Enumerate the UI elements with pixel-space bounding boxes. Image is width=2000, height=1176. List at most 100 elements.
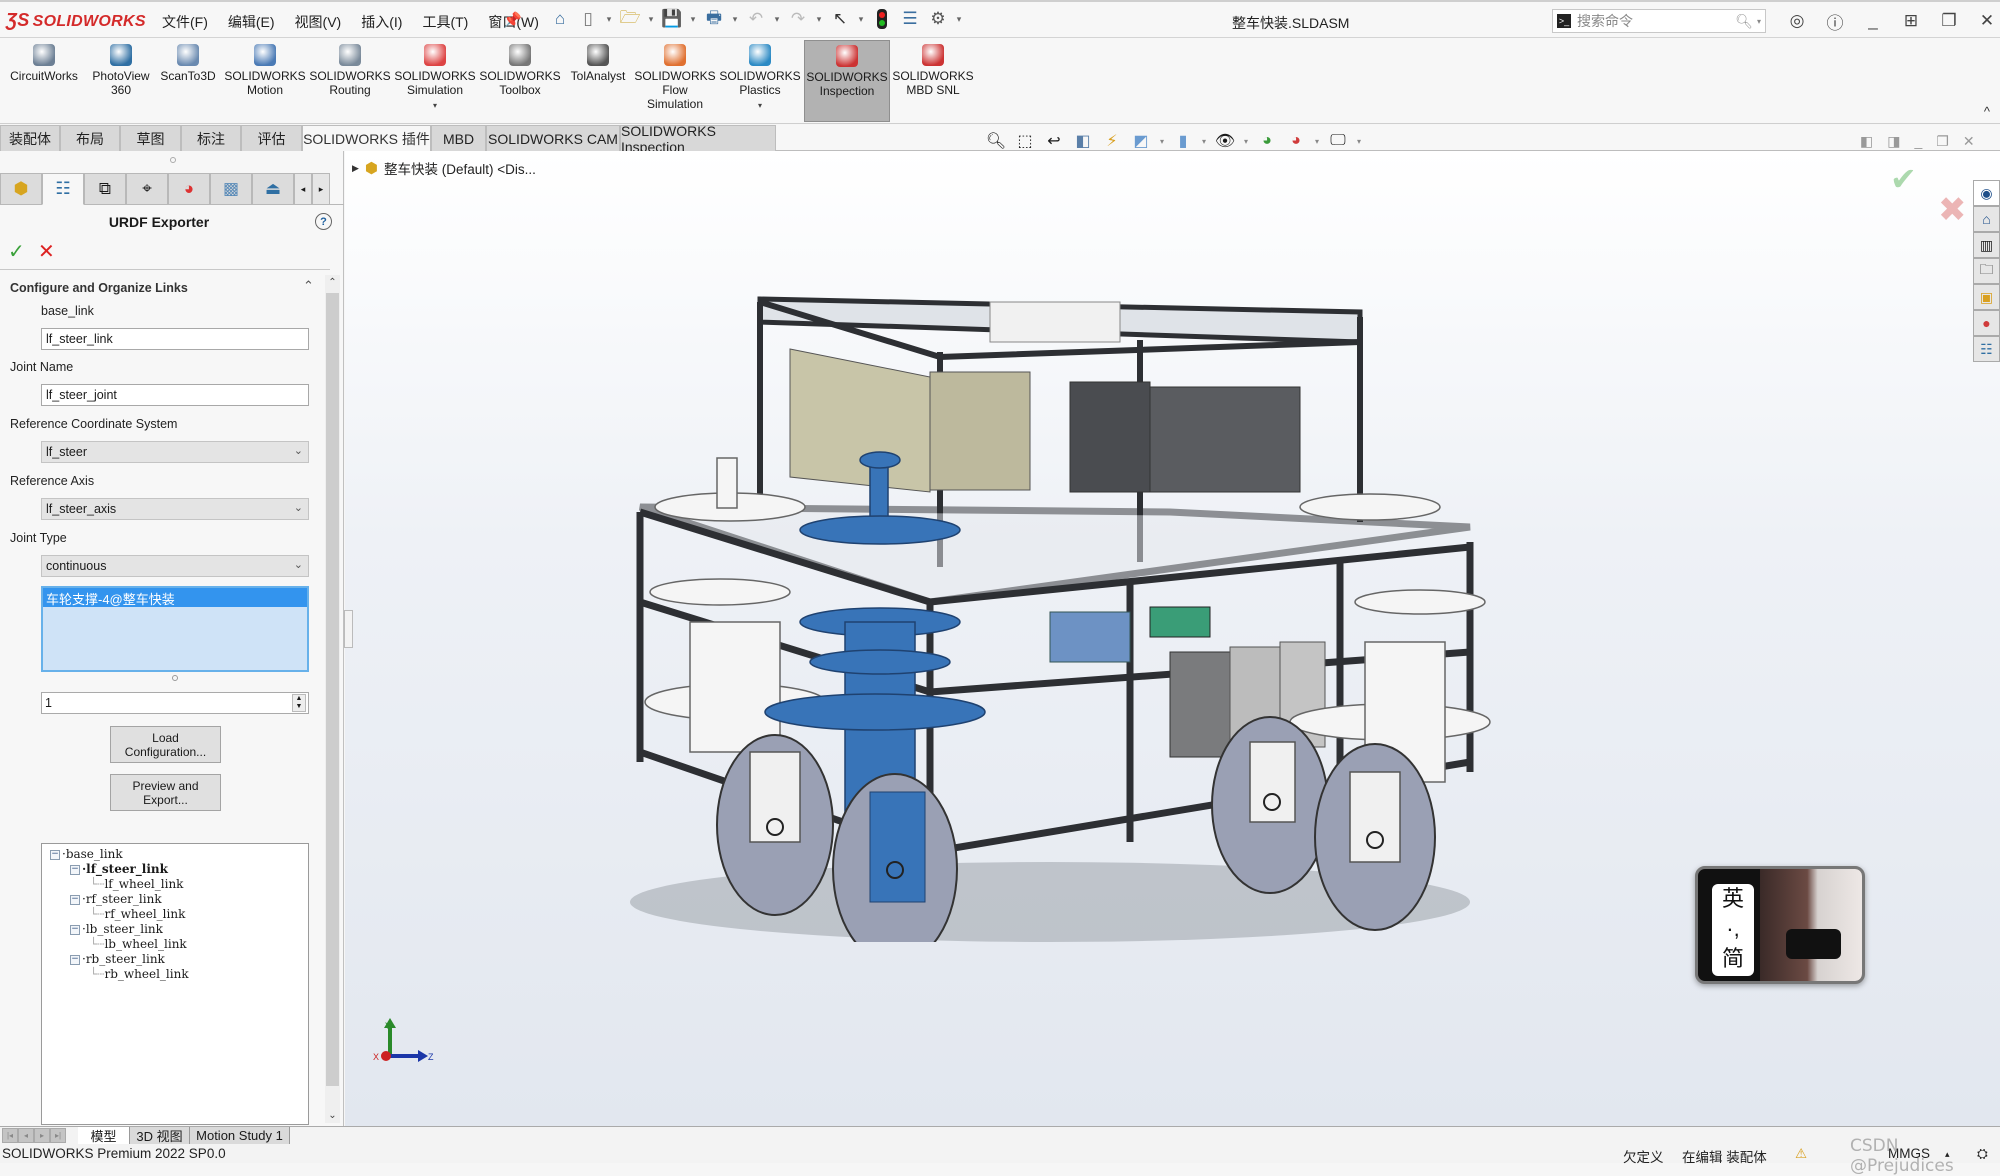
display-style-icon[interactable]: ▮	[1171, 131, 1195, 151]
cmd-motion[interactable]: SOLIDWORKS Motion	[222, 40, 308, 122]
open-dropdown[interactable]: ▾	[646, 14, 656, 25]
joint-type-select[interactable]: continuous ⌄	[41, 555, 309, 577]
cmd-tolanalyst[interactable]: TolAnalyst	[566, 40, 630, 122]
menu-edit[interactable]: 编辑(E)	[218, 12, 285, 32]
scroll-thumb[interactable]	[326, 293, 339, 1086]
tab-6[interactable]: MBD	[431, 125, 486, 151]
view-orientation-icon[interactable]: ◩	[1129, 131, 1153, 151]
view-settings-icon[interactable]: 🖵	[1326, 132, 1350, 150]
cmd-dropdown-icon[interactable]: ▾	[717, 99, 803, 113]
tab-7[interactable]: SOLIDWORKS CAM	[486, 125, 620, 151]
collapse-node-icon[interactable]: −	[50, 849, 60, 860]
expand-arrow-icon[interactable]: ▶	[352, 163, 359, 174]
hide-show-items-icon[interactable]: 👁︎	[1213, 131, 1237, 151]
rebuild-warning-icon[interactable]: ⚠	[1795, 1146, 1807, 1162]
tree-node[interactable]: └┄lb_wheel_link	[42, 937, 308, 952]
preview-export-button[interactable]: Preview and Export...	[110, 774, 221, 811]
options-dropdown[interactable]: ▾	[954, 14, 964, 25]
link-name-field[interactable]: lf_steer_link	[41, 328, 309, 350]
property-manager-tab[interactable]: ☷	[42, 173, 84, 205]
undo-dropdown[interactable]: ▾	[772, 14, 782, 25]
panel-tabs-left-arrow[interactable]: ◂	[294, 173, 312, 205]
cancel-x-icon[interactable]: ✕	[38, 239, 55, 264]
scroll-up-arrow[interactable]: ⌃	[325, 277, 340, 288]
viewport-close-icon[interactable]: ✕	[1963, 133, 1975, 150]
collapse-node-icon[interactable]: −	[70, 894, 80, 905]
display-manager-tab[interactable]: ◕	[168, 173, 210, 205]
file-explorer-icon[interactable]: 🗀	[1973, 258, 2000, 284]
ok-checkmark-icon[interactable]: ✓	[8, 239, 25, 264]
spinner-arrows[interactable]: ▲ ▼	[292, 694, 306, 712]
solidworks-logo[interactable]: ƷS SOLIDWORKS	[6, 10, 146, 31]
tree-node[interactable]: − ·lf_steer_link	[42, 862, 308, 877]
tab-motion-study[interactable]: Motion Study 1	[190, 1127, 290, 1144]
new-dropdown[interactable]: ▾	[604, 14, 614, 25]
panel-splitter[interactable]	[344, 610, 353, 648]
home-icon[interactable]: ⌂	[548, 7, 572, 31]
edit-appearance-icon[interactable]: ◕	[1255, 132, 1279, 150]
first-tab-arrow[interactable]: |◂	[2, 1128, 18, 1143]
design-library-icon[interactable]: ▥	[1973, 232, 2000, 258]
tree-node[interactable]: − ·lb_steer_link	[42, 922, 308, 937]
ref-axis-select[interactable]: lf_steer_axis ⌄	[41, 498, 309, 520]
custom-properties-icon[interactable]: ☷	[1973, 336, 2000, 362]
tab-0[interactable]: 装配体	[0, 125, 60, 151]
ref-coord-select[interactable]: lf_steer ⌄	[41, 441, 309, 463]
scene-dropdown[interactable]: ▾	[1313, 137, 1321, 146]
tab-1[interactable]: 布局	[60, 125, 120, 151]
split-right-icon[interactable]: ◨	[1887, 133, 1900, 150]
cam-operation-tab[interactable]: ⏏	[252, 173, 294, 205]
tab-4[interactable]: 评估	[241, 125, 302, 151]
cmd-routing[interactable]: SOLIDWORKS Routing	[308, 40, 392, 122]
joint-name-field[interactable]: lf_steer_joint	[41, 384, 309, 406]
confirmation-cancel-icon[interactable]: ✖	[1938, 190, 1967, 230]
view-settings-dropdown[interactable]: ▾	[1355, 137, 1363, 146]
prev-tab-arrow[interactable]: ◂	[18, 1128, 34, 1143]
minimize-button[interactable]: _	[1854, 8, 1892, 34]
tree-node[interactable]: └┄lf_wheel_link	[42, 877, 308, 892]
save-dropdown[interactable]: ▾	[688, 14, 698, 25]
zoom-to-area-icon[interactable]: ⬚	[1013, 131, 1037, 151]
tab-2[interactable]: 草图	[120, 125, 181, 151]
dynamic-annotation-icon[interactable]: ⚡	[1100, 131, 1124, 151]
selected-components-list[interactable]: 车轮支撑-4@整车快装	[41, 586, 309, 672]
close-button[interactable]: ✕	[1968, 8, 2000, 34]
list-item[interactable]: 车轮支撑-4@整车快装	[43, 588, 307, 607]
tab-3[interactable]: 标注	[181, 125, 241, 151]
split-left-icon[interactable]: ◧	[1860, 133, 1873, 150]
search-dropdown[interactable]: ▾	[1757, 17, 1761, 26]
tab-5[interactable]: SOLIDWORKS 插件	[302, 125, 431, 151]
last-tab-arrow[interactable]: ▸|	[50, 1128, 66, 1143]
tile-button[interactable]: ⊞	[1892, 8, 1930, 34]
select-icon[interactable]: ↖	[828, 7, 852, 31]
display-style-dropdown[interactable]: ▾	[1200, 137, 1208, 146]
section-view-icon[interactable]: ◧	[1071, 131, 1095, 151]
collapse-node-icon[interactable]: −	[70, 864, 80, 875]
flyout-feature-tree[interactable]: ▶ ⬢ 整车快装 (Default) <Dis...	[352, 158, 536, 178]
cam-feature-tab[interactable]: ▩	[210, 173, 252, 205]
select-dropdown[interactable]: ▾	[856, 14, 866, 25]
search-commands[interactable]: >_ 搜索命令 🔍︎ ▾	[1552, 9, 1766, 33]
cmd-dropdown-icon[interactable]: ▾	[392, 99, 478, 113]
view-orientation-dropdown[interactable]: ▾	[1158, 137, 1166, 146]
child-count-spinner[interactable]: 1 ▲ ▼	[41, 692, 309, 714]
list-resize-grip[interactable]	[172, 675, 178, 681]
undo-icon[interactable]: ↶	[744, 7, 768, 31]
tree-node[interactable]: └┄rb_wheel_link	[42, 967, 308, 982]
collapse-node-icon[interactable]: −	[70, 954, 80, 965]
tab-model[interactable]: 模型	[78, 1127, 130, 1144]
cmd-plastics[interactable]: SOLIDWORKS Plastics ▾	[717, 40, 803, 122]
menu-tools[interactable]: 工具(T)	[412, 12, 478, 32]
cmd-toolbox[interactable]: SOLIDWORKS Toolbox	[477, 40, 563, 122]
feature-manager-tab[interactable]: ⬢	[0, 173, 42, 205]
robot-cart-model[interactable]	[630, 262, 1500, 942]
new-document-icon[interactable]: ▯	[576, 7, 600, 31]
tree-node[interactable]: − ·rb_steer_link	[42, 952, 308, 967]
panel-grip[interactable]	[170, 157, 176, 163]
cmd-inspection[interactable]: SOLIDWORKS Inspection	[804, 40, 890, 122]
panel-tabs-right-arrow[interactable]: ▸	[312, 173, 330, 205]
collapse-ribbon-icon[interactable]: ^	[1984, 104, 1990, 119]
cmd-flow-simulation[interactable]: SOLIDWORKS Flow Simulation	[632, 40, 718, 122]
solidworks-resources-icon[interactable]: ◉	[1973, 180, 2000, 206]
confirmation-ok-icon[interactable]: ✔	[1890, 160, 1917, 198]
